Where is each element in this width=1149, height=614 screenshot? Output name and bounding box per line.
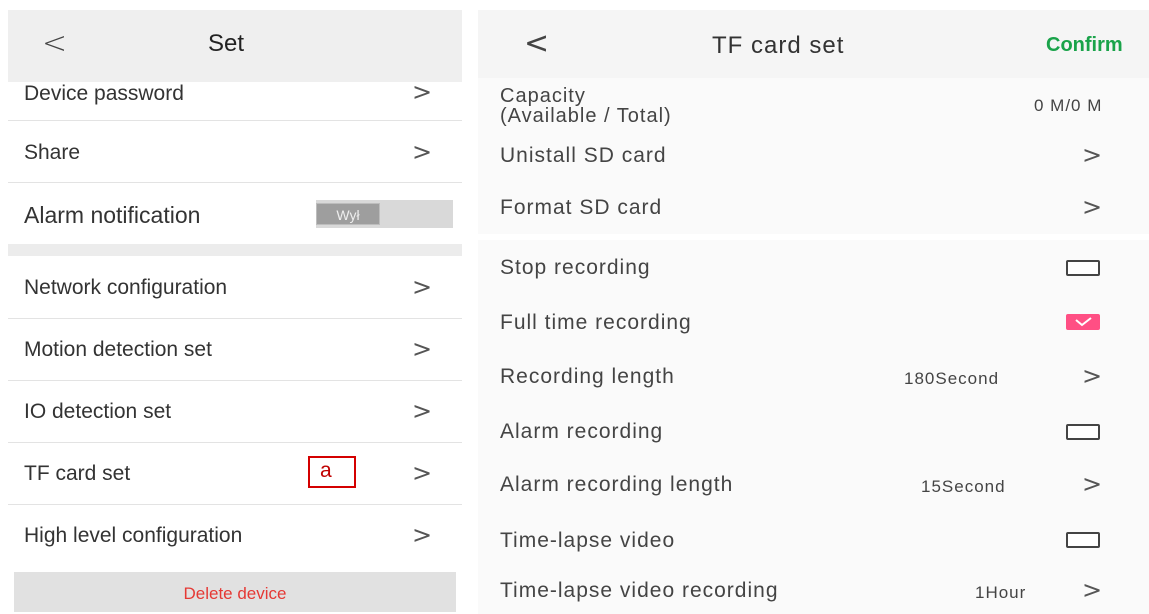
time-lapse-video-row[interactable]: Time-lapse video xyxy=(478,511,1149,567)
menu-item-label: Network configuration xyxy=(24,276,228,299)
chevron-right-icon: > xyxy=(1082,576,1103,604)
row-label: Unistall SD card xyxy=(500,144,667,167)
page-title: TF card set xyxy=(712,32,845,59)
capacity-label-line1: Capacity xyxy=(500,85,586,107)
capacity-label: Capacity (Available / Total) xyxy=(500,86,672,126)
row-label: Alarm recording length xyxy=(500,473,734,496)
alarm-notification-toggle[interactable]: Wył xyxy=(316,200,453,228)
row-label: Recording length xyxy=(500,365,675,388)
chevron-right-icon: > xyxy=(412,78,433,106)
annotation-label: a xyxy=(320,459,332,482)
chevron-right-icon: > xyxy=(412,335,433,363)
stop-recording-checkbox[interactable] xyxy=(1066,260,1100,276)
menu-item-label: IO detection set xyxy=(24,400,172,423)
time-lapse-video-recording-value: 1Hour xyxy=(975,583,1027,602)
annotation-marker: a xyxy=(308,456,356,488)
time-lapse-video-checkbox[interactable] xyxy=(1066,532,1100,548)
menu-item-label: High level configuration xyxy=(24,524,243,547)
full-time-recording-row[interactable]: Full time recording xyxy=(478,295,1149,351)
menu-item-device-password[interactable]: Device password > xyxy=(8,78,462,121)
full-time-recording-checkbox[interactable] xyxy=(1066,314,1100,330)
uninstall-sd-card-row[interactable]: Unistall SD card > xyxy=(478,130,1149,184)
menu-item-network-configuration[interactable]: Network configuration > xyxy=(8,256,462,319)
menu-item-label: Share xyxy=(24,141,81,164)
row-label: Time-lapse video recording xyxy=(500,579,779,602)
section-divider xyxy=(8,244,462,256)
header-bar: < Set xyxy=(8,10,462,82)
row-label: Format SD card xyxy=(500,196,663,219)
chevron-right-icon: > xyxy=(1082,362,1103,390)
row-label: Alarm recording xyxy=(500,420,664,443)
alarm-recording-length-value: 15Second xyxy=(921,477,1006,496)
menu-item-tf-card-set[interactable]: TF card set > xyxy=(8,442,462,505)
stop-recording-row[interactable]: Stop recording xyxy=(478,240,1149,297)
chevron-right-icon: > xyxy=(1082,141,1103,169)
chevron-right-icon: > xyxy=(412,273,433,301)
time-lapse-video-recording-row[interactable]: Time-lapse video recording 1Hour > xyxy=(478,565,1149,614)
menu-item-alarm-notification: Alarm notification Wył xyxy=(8,182,462,244)
menu-item-high-level-configuration[interactable]: High level configuration > xyxy=(8,504,462,566)
menu-item-label: Device password xyxy=(24,82,184,105)
alarm-recording-row[interactable]: Alarm recording xyxy=(478,403,1149,459)
chevron-right-icon: > xyxy=(1082,193,1103,221)
toggle-knob: Wył xyxy=(316,203,380,225)
confirm-button[interactable]: Confirm xyxy=(1046,34,1123,57)
chevron-right-icon: > xyxy=(1082,470,1103,498)
settings-panel: < Set Device password > Share > Alarm no… xyxy=(8,10,462,614)
delete-device-button[interactable]: Delete device xyxy=(14,572,456,612)
delete-device-label: Delete device xyxy=(183,584,287,603)
capacity-row: Capacity (Available / Total) 0 M/0 M xyxy=(478,78,1149,132)
menu-item-label: Motion detection set xyxy=(24,338,212,361)
menu-item-label: TF card set xyxy=(24,462,131,485)
chevron-right-icon: > xyxy=(412,397,433,425)
chevron-right-icon: > xyxy=(412,521,433,549)
row-label: Stop recording xyxy=(500,256,651,279)
alarm-recording-length-row[interactable]: Alarm recording length 15Second > xyxy=(478,457,1149,513)
chevron-right-icon: > xyxy=(412,459,433,487)
capacity-value: 0 M/0 M xyxy=(1034,96,1103,115)
back-icon[interactable]: < xyxy=(42,26,67,61)
back-icon[interactable]: < xyxy=(524,26,549,61)
recording-length-row[interactable]: Recording length 180Second > xyxy=(478,349,1149,405)
tf-card-settings-panel: < TF card set Confirm Capacity (Availabl… xyxy=(478,10,1149,614)
checkmark-icon xyxy=(1075,317,1092,327)
menu-item-io-detection-set[interactable]: IO detection set > xyxy=(8,380,462,443)
row-label: Full time recording xyxy=(500,311,692,334)
header-bar: < TF card set Confirm xyxy=(478,10,1149,78)
menu-item-motion-detection-set[interactable]: Motion detection set > xyxy=(8,318,462,381)
alarm-recording-checkbox[interactable] xyxy=(1066,424,1100,440)
chevron-right-icon: > xyxy=(412,138,433,166)
menu-item-share[interactable]: Share > xyxy=(8,120,462,183)
page-title: Set xyxy=(208,30,245,57)
format-sd-card-row[interactable]: Format SD card > xyxy=(478,182,1149,234)
recording-length-value: 180Second xyxy=(904,369,1000,388)
row-label: Time-lapse video xyxy=(500,529,676,552)
menu-item-label: Alarm notification xyxy=(24,202,201,228)
capacity-label-line2: (Available / Total) xyxy=(500,105,672,127)
